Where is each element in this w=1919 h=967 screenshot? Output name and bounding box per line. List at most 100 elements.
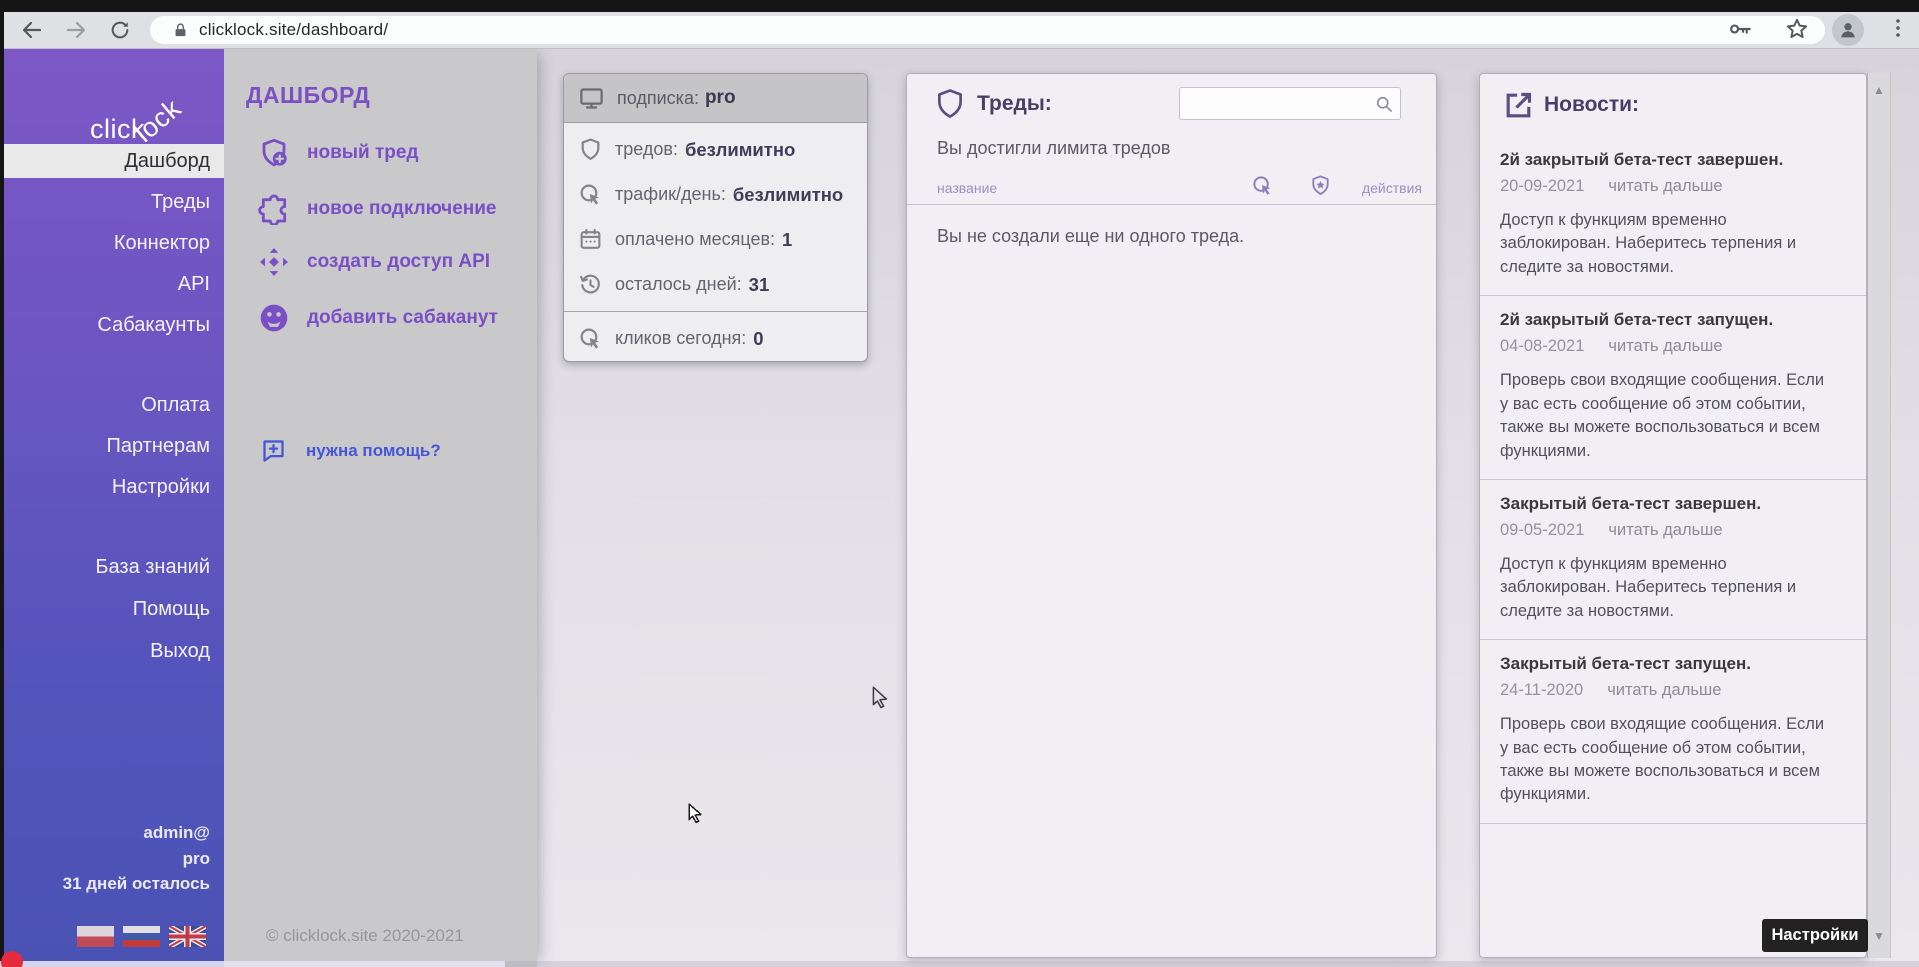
language-switcher: [77, 926, 206, 947]
external-link-icon: [1502, 89, 1535, 122]
screen: clicklock.site/dashboard/ clicklock Дашб…: [0, 0, 1919, 967]
person-icon: [1837, 19, 1859, 41]
move-arrows-icon: [258, 246, 290, 278]
video-playhead[interactable]: [1, 951, 23, 967]
dashboard-panel: ДАШБОРД новый тред новое подключение соз…: [224, 48, 537, 967]
sidebar: clicklock Дашборд Треды Коннектор API Са…: [0, 48, 224, 967]
news-item: 2й закрытый бета-тест завершен. 20-09-20…: [1480, 136, 1866, 296]
news-item: Закрытый бета-тест запущен. 24-11-2020 чи…: [1480, 640, 1866, 824]
bookmark-star-icon[interactable]: [1784, 16, 1810, 47]
user-days-left: 31 дней осталось: [63, 871, 210, 897]
read-more-link[interactable]: читать дальше: [1607, 681, 1721, 700]
news-item-body: Доступ к функциям временно заблокирован.…: [1500, 209, 1830, 279]
user-info: admin@ pro 31 дней осталось: [63, 820, 210, 897]
russia-flag[interactable]: [123, 926, 160, 947]
user-plan: pro: [63, 846, 210, 872]
threads-search: [1179, 87, 1401, 120]
subscription-rows: тредов:безлимитно трафик/день:безлимитно…: [564, 123, 867, 307]
clicklock-logo[interactable]: clicklock: [90, 114, 195, 145]
shield-icon: [578, 137, 603, 162]
mouse-cursor: [684, 802, 708, 826]
player-settings-tooltip[interactable]: Настройки: [1762, 919, 1868, 952]
subscription-row-months: оплачено месяцев:1: [564, 217, 867, 262]
click-icon: [1251, 174, 1274, 202]
shield-icon: [933, 87, 967, 121]
threads-panel: Треды: Вы достигли лимита тредов названи…: [906, 73, 1437, 958]
news-item-title: Закрытый бета-тест завершен.: [1500, 494, 1846, 514]
news-title: Новости:: [1544, 93, 1639, 117]
subscription-row-traffic: трафик/день:безлимитно: [564, 172, 867, 217]
vertical-scrollbar[interactable]: ▲ ▼: [1867, 73, 1891, 958]
news-item: 2й закрытый бета-тест запущен. 04-08-202…: [1480, 296, 1866, 480]
news-item-title: 2й закрытый бета-тест запущен.: [1500, 310, 1846, 330]
history-clock-icon: [578, 272, 603, 297]
reload-icon[interactable]: [105, 15, 135, 45]
subscription-row-days-left: осталось дней:31: [564, 262, 867, 307]
sidebar-item-api[interactable]: API: [0, 264, 224, 305]
read-more-link[interactable]: читать дальше: [1608, 177, 1722, 196]
news-item-body: Проверь свои входящие сообщения. Если у …: [1500, 369, 1830, 463]
need-help-link[interactable]: нужна помощь?: [260, 437, 441, 464]
subscription-header: подписка: pro: [564, 74, 867, 123]
menu-dots-icon[interactable]: [1886, 16, 1910, 45]
news-item-date: 04-08-2021: [1500, 337, 1584, 356]
scroll-up-icon[interactable]: ▲: [1868, 83, 1890, 97]
sidebar-group-help: База знаний Помощь Выход: [0, 546, 224, 672]
subscription-card: подписка: pro тредов:безлимитно трафик/д…: [563, 73, 868, 362]
calendar-icon: [578, 227, 603, 252]
sidebar-item-help[interactable]: Помощь: [0, 588, 224, 630]
profile-avatar[interactable]: [1832, 14, 1864, 46]
face-icon: [258, 302, 290, 334]
sidebar-item-partners[interactable]: Партнерам: [0, 426, 224, 467]
browser-toolbar: clicklock.site/dashboard/: [0, 12, 1919, 49]
read-more-link[interactable]: читать дальше: [1608, 521, 1722, 540]
divider: [907, 204, 1436, 205]
new-connection-button[interactable]: новое подключение: [258, 193, 497, 225]
sidebar-item-dashboard[interactable]: Дашборд: [0, 144, 224, 178]
news-item-body: Доступ к функциям временно заблокирован.…: [1500, 553, 1830, 623]
scroll-down-icon[interactable]: ▼: [1868, 929, 1890, 943]
forward-icon[interactable]: [61, 15, 91, 45]
uk-flag[interactable]: [169, 926, 206, 947]
create-api-access-button[interactable]: создать доступ API: [258, 246, 490, 278]
click-icon: [578, 182, 603, 207]
sidebar-item-payment[interactable]: Оплата: [0, 385, 224, 426]
read-more-link[interactable]: читать дальше: [1608, 337, 1722, 356]
news-item-title: 2й закрытый бета-тест завершен.: [1500, 150, 1846, 170]
news-panel: Новости: 2й закрытый бета-тест завершен.…: [1479, 73, 1867, 958]
sidebar-item-threads[interactable]: Треды: [0, 182, 224, 223]
poland-flag[interactable]: [77, 926, 114, 947]
news-list: 2й закрытый бета-тест завершен. 20-09-20…: [1480, 136, 1866, 824]
monitor-icon: [578, 85, 605, 112]
subscription-footer: кликов сегодня:0: [564, 311, 867, 361]
threads-limit-notice: Вы достигли лимита тредов: [937, 138, 1170, 159]
threads-empty-message: Вы не создали еще ни одного треда.: [937, 226, 1244, 247]
column-header-actions: действия: [1362, 180, 1422, 196]
letterbox-left: [0, 0, 4, 967]
sidebar-item-knowledge-base[interactable]: База знаний: [0, 546, 224, 588]
shield-plus-icon: [258, 137, 290, 169]
sidebar-item-subaccounts[interactable]: Сабакаунты: [0, 305, 224, 346]
back-icon[interactable]: [17, 15, 47, 45]
news-item-date: 24-11-2020: [1500, 681, 1583, 700]
news-item-date: 09-05-2021: [1500, 521, 1584, 540]
new-thread-button[interactable]: новый тред: [258, 137, 419, 169]
news-item-body: Проверь свои входящие сообщения. Если у …: [1500, 713, 1830, 807]
shield-star-icon: [1309, 174, 1332, 202]
search-input[interactable]: [1180, 88, 1438, 119]
news-item-title: Закрытый бета-тест запущен.: [1500, 654, 1846, 674]
news-item: Закрытый бета-тест завершен. 09-05-2021 ч…: [1480, 480, 1866, 640]
user-email: admin@: [63, 820, 210, 846]
threads-title: Треды:: [977, 92, 1052, 116]
address-bar[interactable]: clicklock.site/dashboard/: [150, 16, 1825, 44]
chat-plus-icon: [260, 437, 287, 464]
add-subaccount-button[interactable]: добавить сабаканут: [258, 302, 498, 334]
search-icon[interactable]: [1374, 94, 1394, 119]
sidebar-item-logout[interactable]: Выход: [0, 630, 224, 672]
sidebar-item-connector[interactable]: Коннектор: [0, 223, 224, 264]
subscription-row-clicks-today: кликов сегодня:0: [564, 316, 867, 361]
sidebar-item-settings[interactable]: Настройки: [0, 467, 224, 508]
key-icon[interactable]: [1727, 16, 1753, 47]
news-item-date: 20-09-2021: [1500, 177, 1584, 196]
lock-icon: [172, 22, 189, 39]
